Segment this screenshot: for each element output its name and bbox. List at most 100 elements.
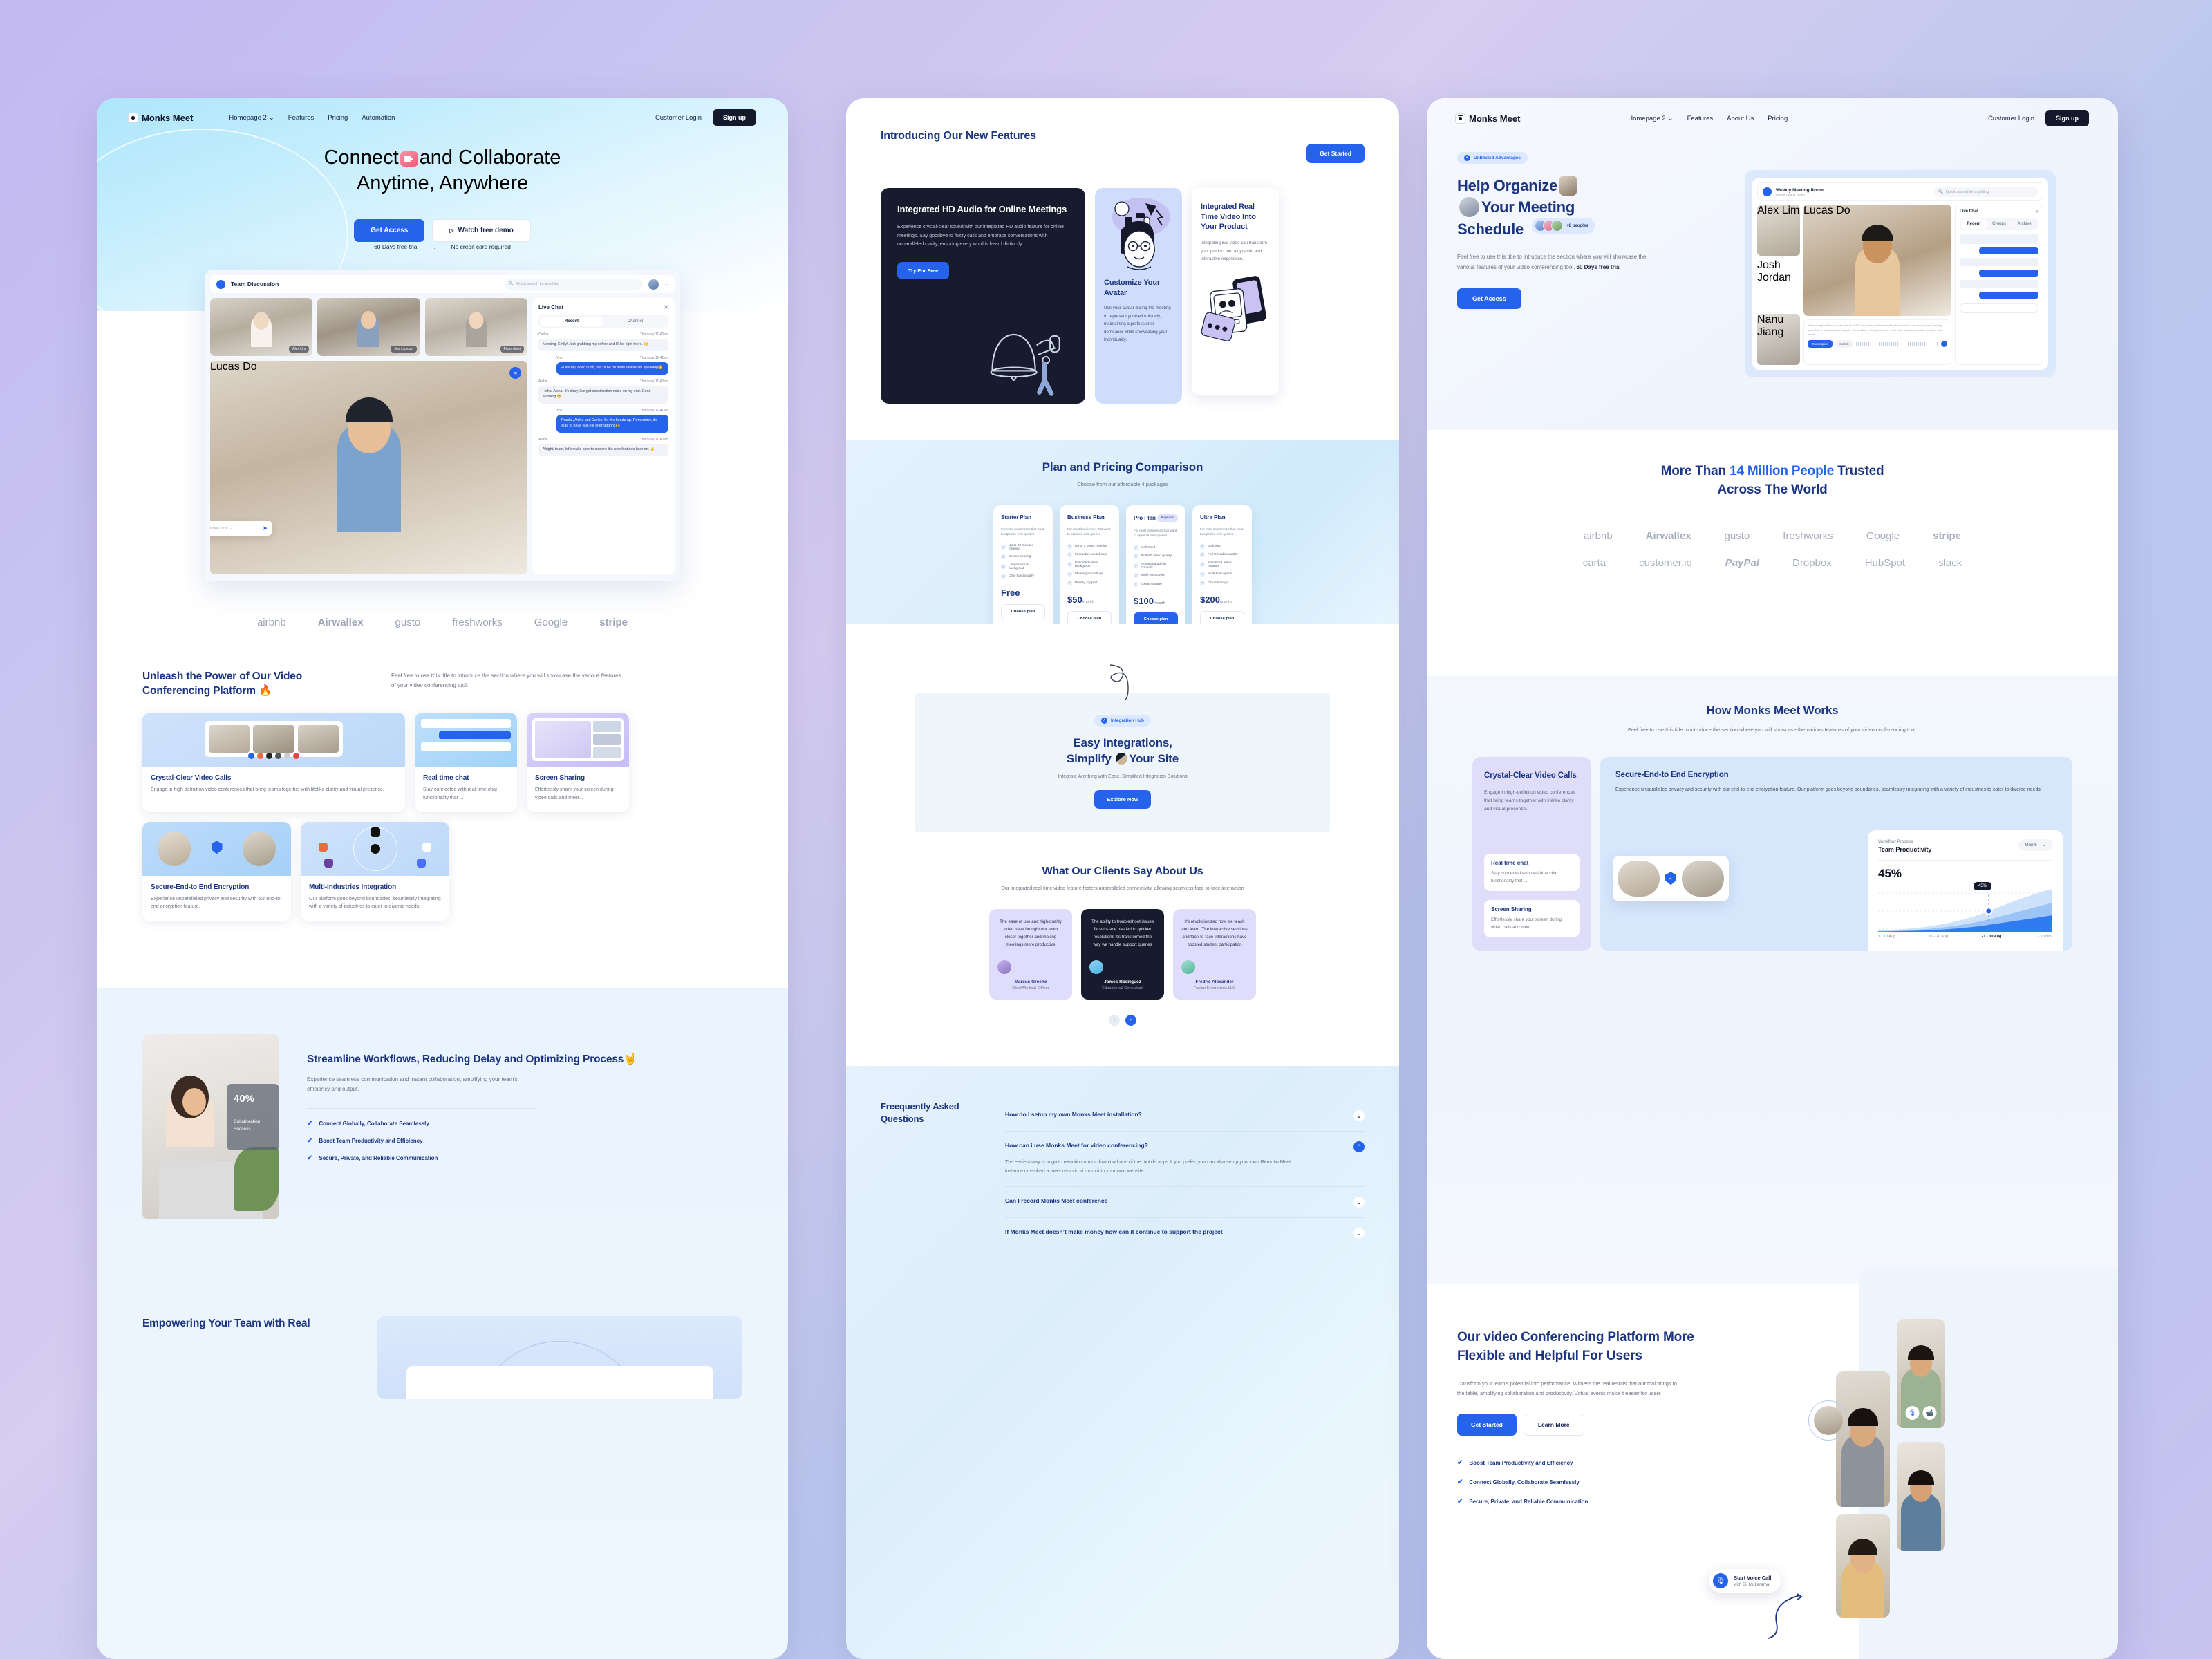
nav-item-features[interactable]: Features bbox=[288, 114, 315, 122]
testimonial-card[interactable]: The ease of use and high-quality video h… bbox=[989, 909, 1072, 1000]
chat-message: Aisha Thursday 11:40am Haha, Aisha! It's … bbox=[538, 379, 668, 404]
pricing-card-business[interactable]: Business Plan For most businesses that w… bbox=[1060, 505, 1119, 635]
card-crystal-clear-video[interactable]: Crystal-Clear Video Calls Engage in high… bbox=[1472, 756, 1591, 951]
mic-off-icon[interactable]: 🎙 bbox=[1905, 1406, 1920, 1420]
feature-card[interactable]: Real time chat Stay connected with real-… bbox=[415, 712, 517, 812]
audio-wave-icon[interactable]: ≋ bbox=[509, 367, 521, 379]
chat-tab-channel[interactable]: Channel bbox=[603, 317, 667, 326]
nav-item-pricing[interactable]: Pricing bbox=[328, 114, 348, 122]
customer-login-link[interactable]: Customer Login bbox=[1988, 115, 2034, 122]
subtitle-toggle[interactable]: Subtitle bbox=[1835, 340, 1854, 348]
chat-tab-archive[interactable]: Archive bbox=[2012, 219, 2037, 229]
participant-tile[interactable]: Fiona Alvej bbox=[424, 298, 527, 356]
learn-more-button[interactable]: Learn More bbox=[1523, 1413, 1584, 1436]
chevron-down-icon[interactable]: ⌄ bbox=[1353, 1227, 1365, 1239]
chat-tab-recent[interactable]: Recent bbox=[540, 317, 603, 326]
feature-card[interactable]: Multi-Industries Integration Our platfor… bbox=[301, 821, 449, 921]
chart-period-select[interactable]: Month ⌄ bbox=[2018, 838, 2052, 851]
video-thumb[interactable] bbox=[1836, 1514, 1890, 1618]
mockup-search-input[interactable]: 🔍 Quick search for anything bbox=[505, 279, 644, 290]
subcard-screen-sharing[interactable]: Screen Sharing Effortlessly share your s… bbox=[1484, 899, 1580, 937]
chat-tab-recent[interactable]: Recent bbox=[1961, 219, 1987, 229]
carousel-next-button[interactable]: › bbox=[1125, 1014, 1136, 1026]
faq-item[interactable]: If Monks Meet doesn’t make money how can… bbox=[1005, 1218, 1365, 1248]
card-secure-encryption[interactable]: Secure-End-to End Encryption Experience … bbox=[1600, 756, 2072, 951]
chevron-down-icon[interactable]: ⌄ bbox=[664, 281, 668, 287]
participant-tile[interactable]: Josh Jordan bbox=[317, 298, 420, 356]
feature-card[interactable]: Screen Sharing Effortlessly share your s… bbox=[527, 712, 629, 812]
user-avatar[interactable] bbox=[648, 279, 659, 290]
send-icon[interactable]: ➤ bbox=[262, 525, 268, 532]
nav-item-automation[interactable]: Automation bbox=[362, 114, 395, 122]
plan-features: ✓ Unlimited ✓ Full HD video quality ✓ Advan… bbox=[1200, 543, 1244, 585]
close-icon[interactable]: ✕ bbox=[2035, 209, 2038, 214]
nav-item-homepage[interactable]: Homepage 2 ⌄ bbox=[1628, 115, 1673, 122]
feature-card[interactable]: Secure-End-to End Encryption Experience … bbox=[142, 821, 291, 921]
nav-item-homepage[interactable]: Homepage 2 ⌄ bbox=[229, 114, 274, 122]
video-thumb[interactable]: 🎙 📹 bbox=[1897, 1319, 1945, 1428]
video-thumb[interactable] bbox=[1836, 1371, 1890, 1507]
hero-line1b: and Collaborate bbox=[419, 147, 561, 169]
unlimited-advantages-pill: ✓ Unlimited Advantages bbox=[1457, 151, 1528, 164]
faq-item[interactable]: How do I setup my own Monks Meet install… bbox=[1005, 1100, 1365, 1132]
transcription-toggle[interactable]: Transcription bbox=[1808, 340, 1833, 348]
badge-label-2: Success bbox=[234, 1127, 251, 1132]
video-thumb[interactable] bbox=[1897, 1442, 1945, 1551]
feature-card-avatar[interactable]: Customize Your Avatar Use your avatar du… bbox=[1095, 188, 1182, 404]
plan-name: Business Plan bbox=[1067, 514, 1105, 521]
check-item: ✔ Connect Globally, Collaborate Seamlessl… bbox=[1457, 1478, 1580, 1486]
start-voice-call-card[interactable]: 🎙 Start Voice Call with Bil Mukarama bbox=[1709, 1569, 1781, 1593]
mic-icon[interactable] bbox=[1941, 341, 1947, 348]
pricing-card-starter[interactable]: Starter Plan For most businesses that wa… bbox=[993, 505, 1053, 635]
get-access-button[interactable]: Get Access bbox=[1457, 288, 1521, 309]
testimonial-card[interactable]: It's revolutionized how we teach and lea… bbox=[1173, 909, 1256, 1000]
subcard-real-time-chat[interactable]: Real time chat Stay connected with real-… bbox=[1484, 853, 1580, 891]
logo-google: Google bbox=[534, 616, 568, 628]
chevron-down-icon[interactable]: ⌄ bbox=[1353, 1110, 1365, 1121]
participant-tile[interactable]: Alex Lim bbox=[210, 298, 313, 356]
testimonial-cards: The ease of use and high-quality video h… bbox=[846, 909, 1399, 1000]
logo-monks-meet[interactable]: Monks Meet bbox=[1456, 113, 1520, 124]
choose-plan-button[interactable]: Choose plan bbox=[1001, 604, 1045, 620]
participant-tile[interactable]: Josh Jordan bbox=[1757, 259, 1800, 310]
chevron-down-icon[interactable]: ⌄ bbox=[1353, 1196, 1365, 1208]
get-access-button[interactable]: Get Access bbox=[354, 219, 425, 242]
get-started-button[interactable]: Get Started bbox=[1306, 144, 1365, 163]
faq-item[interactable]: How can i use Monks Meet for video confe… bbox=[1005, 1132, 1365, 1187]
watch-demo-button[interactable]: ▷ Watch free demo bbox=[432, 219, 531, 242]
close-icon[interactable]: ✕ bbox=[664, 304, 668, 310]
active-speaker-tile[interactable]: ≋ ▤ ☺ Write text here ... ➤ Lucas Do bbox=[210, 361, 527, 574]
try-for-free-button[interactable]: Try For Free bbox=[897, 262, 950, 280]
chart-header: Workflow Process Team Productivity Month… bbox=[1878, 838, 2052, 853]
video-off-icon[interactable]: 📹 bbox=[1922, 1406, 1937, 1420]
faq-item[interactable]: Can I record Monks Meet conference ⌄ bbox=[1005, 1187, 1365, 1218]
feature-card-hd-audio[interactable]: Integrated HD Audio for Online Meetings … bbox=[881, 188, 1085, 404]
feature-thumb bbox=[142, 821, 291, 876]
plan-features: ✓ Up to 2 hours meeting ✓ Interactive whit… bbox=[1067, 543, 1112, 585]
pricing-card-ultra[interactable]: Ultra Plan For most businesses that want… bbox=[1192, 505, 1252, 635]
participant-tile[interactable]: Alex Lim bbox=[1757, 205, 1800, 256]
get-started-button[interactable]: Get Started bbox=[1457, 1413, 1517, 1436]
pricing-card-pro[interactable]: Pro Plan Popular For most businesses tha… bbox=[1126, 505, 1185, 635]
signup-button[interactable]: Sign up bbox=[713, 109, 756, 126]
logo-monks-meet[interactable]: Monks Meet bbox=[129, 113, 193, 123]
chevron-up-icon[interactable]: ⌃ bbox=[1353, 1141, 1365, 1152]
participant-tile[interactable]: Nanu Jiang bbox=[1757, 314, 1800, 365]
mockup-search-input[interactable]: 🔍 Quick search for anything bbox=[1934, 187, 2038, 197]
nav-item-pricing[interactable]: Pricing bbox=[1768, 115, 1788, 122]
explore-now-button[interactable]: Explore Now bbox=[1094, 790, 1151, 809]
carousel-prev-button[interactable]: ‹ bbox=[1109, 1014, 1120, 1026]
nav-item-about-us[interactable]: About Us bbox=[1727, 115, 1754, 122]
customer-login-link[interactable]: Customer Login bbox=[655, 114, 702, 122]
compose-message-input[interactable]: ▤ ☺ Write text here ... ➤ bbox=[210, 521, 272, 536]
signup-button[interactable]: Sign up bbox=[2045, 110, 2089, 126]
feature-card[interactable]: Crystal-Clear Video Calls Engage in high… bbox=[142, 712, 405, 812]
pricing-plans: Starter Plan For most businesses that wa… bbox=[846, 505, 1399, 635]
flexible-platform-section: Our video Conferencing Platform More Fle… bbox=[1427, 1268, 2118, 1659]
nav-item-features[interactable]: Features bbox=[1687, 115, 1714, 122]
card-note: No credit card required bbox=[451, 243, 511, 250]
testimonial-card[interactable]: The ability to troubleshoot issues face-… bbox=[1081, 909, 1164, 1000]
chat-tab-groups[interactable]: Groups bbox=[1987, 219, 2012, 229]
active-speaker-tile[interactable]: Lucas Do bbox=[1803, 205, 1951, 317]
feature-card-realtime-video[interactable]: Integrated Real Time Video Into Your Pro… bbox=[1192, 188, 1279, 395]
